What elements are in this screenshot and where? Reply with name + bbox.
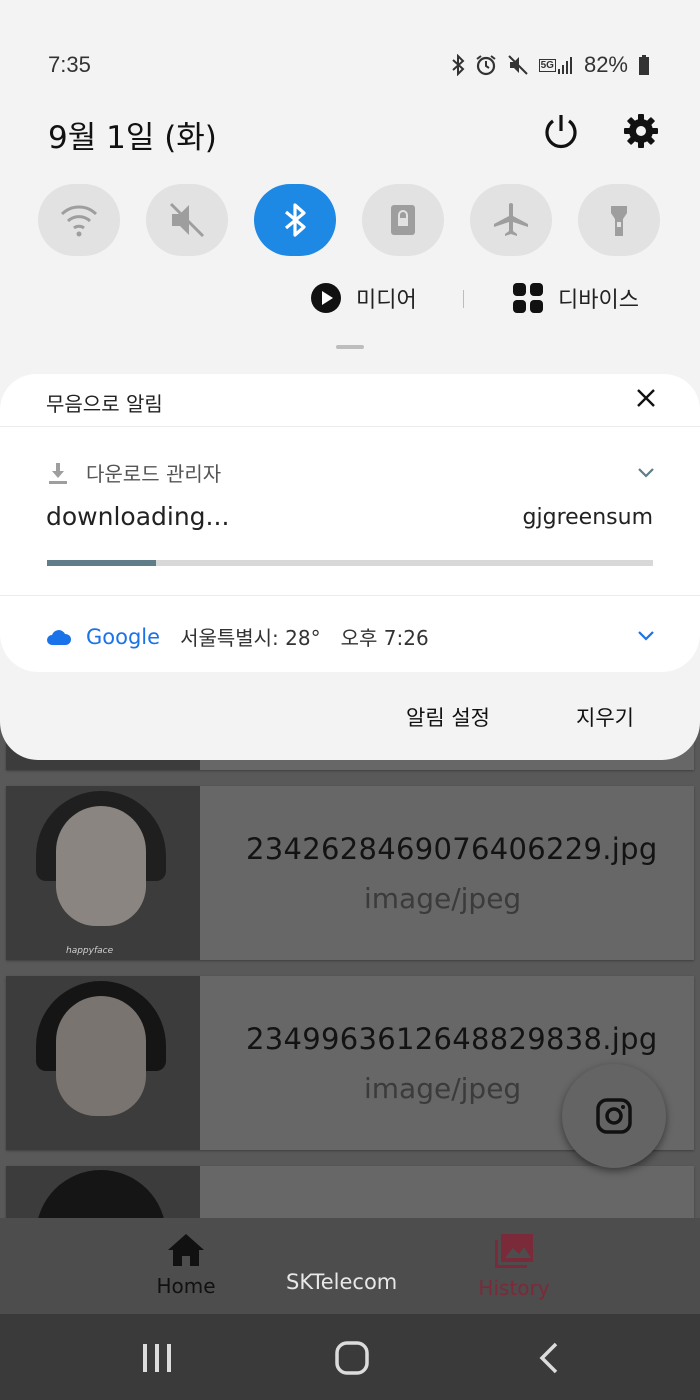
devices-button[interactable]: 디바이스 — [512, 282, 639, 314]
wifi-icon — [60, 205, 98, 237]
media-divider — [463, 290, 464, 308]
play-circle-icon — [311, 283, 341, 313]
qs-bluetooth-toggle[interactable] — [254, 184, 336, 256]
signal-indicator: 5G — [538, 56, 574, 74]
thumbnail-image — [6, 1166, 200, 1226]
settings-icon[interactable] — [623, 113, 659, 149]
download-progress-bar — [47, 560, 653, 566]
battery-percent: 82% — [583, 52, 628, 77]
qs-rotation-lock-toggle[interactable] — [362, 184, 444, 256]
qs-wifi-toggle[interactable] — [38, 184, 120, 256]
media-button[interactable]: 미디어 — [310, 282, 417, 314]
status-icons: 5G 82% — [451, 52, 650, 78]
back-icon[interactable] — [536, 1341, 560, 1375]
system-navigation-bar — [0, 1314, 700, 1400]
file-type: image/jpeg — [364, 882, 522, 915]
network-badge: 5G — [538, 58, 556, 72]
weather-detail: 서울특별시: 28° — [180, 626, 321, 650]
download-title: downloading... — [46, 502, 230, 531]
power-icon[interactable] — [542, 113, 580, 151]
thumbnail-watermark: happyface — [66, 946, 114, 956]
download-icon — [49, 462, 67, 484]
bluetooth-icon — [451, 54, 465, 76]
close-icon[interactable] — [636, 388, 656, 408]
home-button-icon[interactable] — [334, 1340, 370, 1376]
devices-label: 디바이스 — [558, 288, 639, 313]
notification-panel: 무음으로 알림 다운로드 관리자 downloading... gjgreens… — [0, 374, 700, 672]
thumbnail-image: happyface — [6, 786, 200, 960]
google-app-name: Google — [86, 624, 161, 649]
instagram-button[interactable] — [562, 1064, 666, 1168]
alarm-icon — [476, 55, 496, 76]
download-app-header: 다운로드 관리자 — [46, 458, 221, 487]
list-item[interactable]: happyface 2342628469076406229.jpg image/… — [6, 786, 694, 960]
notification-time: 오후 7:26 — [340, 626, 429, 650]
nav-history[interactable]: History — [468, 1232, 560, 1300]
recents-icon[interactable] — [140, 1344, 174, 1372]
qs-sound-toggle[interactable] — [146, 184, 228, 256]
silent-notifications-header: 무음으로 알림 — [46, 392, 163, 416]
shade-drag-handle[interactable] — [336, 345, 364, 349]
status-time: 7:35 — [48, 52, 91, 77]
file-name: 2342628469076406229.jpg — [246, 832, 658, 866]
photo-library-icon — [495, 1234, 533, 1268]
thumbnail-image — [6, 976, 200, 1150]
download-user: gjgreensum — [522, 505, 653, 530]
home-icon — [168, 1234, 204, 1266]
devices-icon — [513, 283, 543, 313]
divider — [0, 426, 700, 427]
signal-icon — [557, 57, 572, 74]
nav-history-label: History — [478, 1276, 550, 1300]
clear-all-button[interactable]: 지우기 — [576, 702, 634, 732]
qs-airplane-toggle[interactable] — [470, 184, 552, 256]
mute-icon — [507, 55, 528, 75]
divider — [0, 595, 700, 596]
nav-home[interactable]: Home — [146, 1232, 226, 1298]
lock-icon — [391, 205, 415, 235]
file-name: 2349963612648829838.jpg — [246, 1022, 658, 1056]
expand-chevron-icon[interactable] — [638, 468, 654, 478]
download-progress-fill — [47, 560, 157, 566]
airplane-icon — [494, 203, 528, 236]
carrier-label: SKTelecom — [286, 1270, 398, 1294]
list-item[interactable] — [6, 1166, 694, 1226]
qs-flashlight-toggle[interactable] — [578, 184, 660, 256]
google-notification-row: Google 서울특별시: 28° 오후 7:26 — [46, 622, 429, 651]
expand-chevron-icon[interactable] — [638, 631, 654, 641]
file-type: image/jpeg — [364, 1072, 522, 1105]
download-app-name: 다운로드 관리자 — [86, 462, 222, 486]
instagram-icon — [596, 1098, 632, 1134]
flashlight-icon — [611, 206, 627, 236]
notification-settings-button[interactable]: 알림 설정 — [406, 702, 490, 732]
mute-icon — [169, 202, 205, 238]
cloud-icon — [47, 629, 72, 645]
media-label: 미디어 — [356, 288, 417, 313]
bluetooth-icon — [284, 203, 306, 237]
nav-home-label: Home — [156, 1274, 216, 1298]
notification-shade: 7:35 5G 82% 9월 1일 (화) 미디어 디바이스 무음으로 알림 다… — [0, 0, 700, 760]
date-label: 9월 1일 (화) — [48, 120, 217, 156]
bottom-navigation: Home SKTelecom History — [0, 1218, 700, 1314]
battery-icon — [639, 55, 649, 75]
